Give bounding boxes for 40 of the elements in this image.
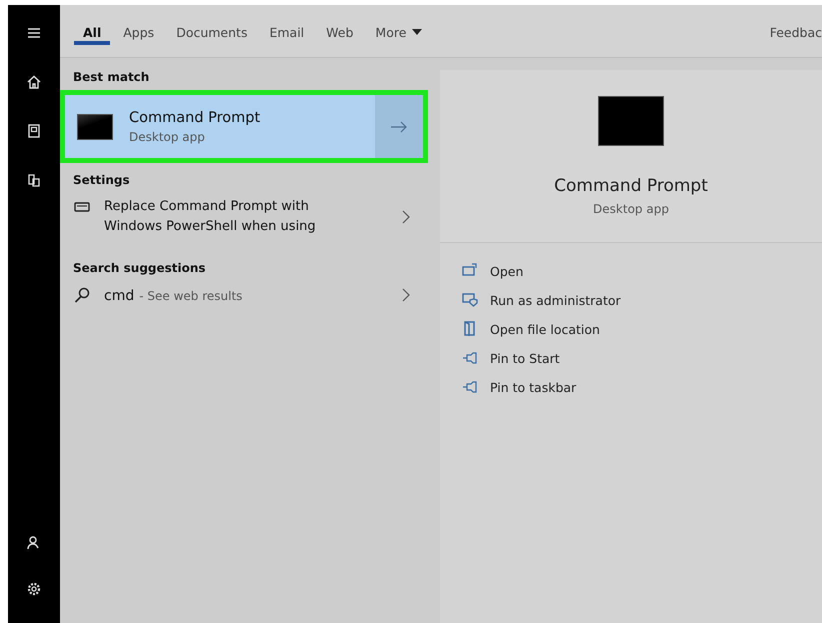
file-location-icon [462,321,478,337]
arrow-icon [391,120,407,132]
documents-icon[interactable] [26,172,42,188]
section-heading: Search suggestions [72,260,207,277]
search-tab[interactable]: More [366,5,432,45]
search-tab[interactable]: Documents [167,5,256,45]
section-heading: Settings [72,172,131,189]
chevron-icon [402,288,410,302]
search-tab[interactable]: All [74,5,110,45]
search-tab[interactable]: Email [260,5,314,45]
settings-icon[interactable] [26,581,42,597]
result-subtitle: Desktop app [129,130,206,144]
action-item[interactable]: Run as administrator [462,292,822,308]
home-icon[interactable] [26,74,42,90]
chevron-icon [402,210,410,224]
action-item[interactable]: Pin to Start [462,350,822,366]
pin-icon [462,350,478,366]
notebook-icon[interactable] [26,123,42,139]
console-icon [598,96,664,146]
action-item[interactable]: Open file location [462,321,822,337]
console-icon [77,114,113,140]
app-title: Command Prompt [554,176,708,196]
web-results-hint: - See web results [139,289,242,303]
action-item[interactable]: Pin to taskbar [462,379,822,395]
result-title: Replace Command Prompt with Windows PowerShell when using [104,198,317,236]
section-heading: Best match [72,69,150,86]
pin-icon [462,379,478,395]
app-type: Desktop app [593,202,669,216]
search-tab[interactable]: Apps [114,5,164,45]
feedback-link[interactable]: Feedbac [770,5,822,40]
result-item[interactable]: Replace Command Prompt with Windows PowerShell when using [60,193,428,241]
result-item[interactable]: Command Prompt Desktop app [65,95,423,158]
result-item[interactable]: cmd - See web results [60,281,428,308]
search-icon [74,286,90,302]
keyboard-icon [74,201,90,213]
shield-icon [462,292,478,308]
query-text: cmd [104,288,134,304]
search-tab[interactable]: Web [317,5,362,45]
result-title: Command Prompt [129,110,262,126]
action-item[interactable]: Open [462,263,822,279]
